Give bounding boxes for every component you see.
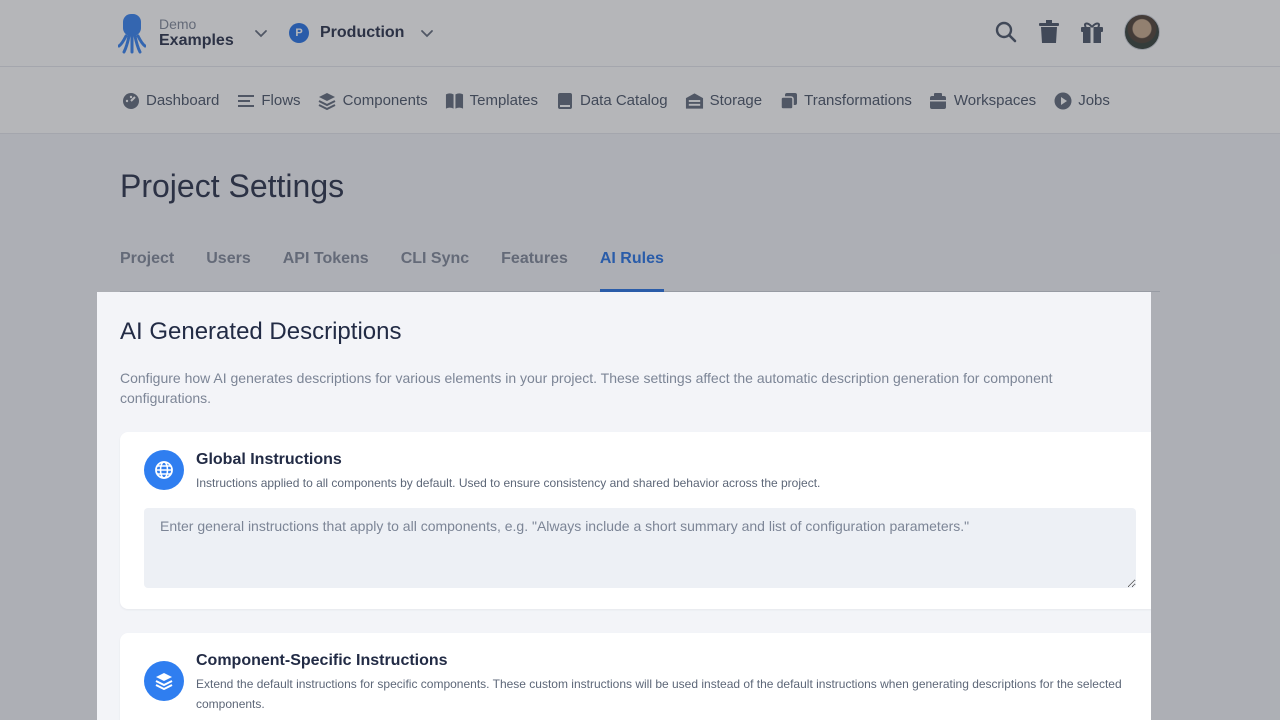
card-subtitle: Instructions applied to all components b…	[196, 473, 1136, 493]
main-nav: Dashboard Flows Components Templates Dat…	[0, 67, 1280, 134]
project-switcher[interactable]: Demo Examples	[159, 16, 268, 50]
dashboard-icon	[121, 91, 140, 110]
card-title: Global Instructions	[196, 451, 342, 469]
avatar[interactable]	[1124, 14, 1160, 50]
nav-item-jobs[interactable]: Jobs	[1053, 91, 1110, 110]
nav-item-components[interactable]: Components	[318, 91, 428, 110]
book-icon	[445, 91, 464, 110]
nav-item-data-catalog[interactable]: Data Catalog	[555, 91, 668, 110]
global-instructions-card: Global Instructions Instructions applied…	[120, 432, 1151, 609]
project-name: Examples	[159, 32, 234, 50]
tab-cli-sync[interactable]: CLI Sync	[401, 247, 469, 292]
catalog-icon	[555, 91, 574, 110]
section-description: Configure how AI generates descriptions …	[120, 368, 1140, 408]
nav-item-flows[interactable]: Flows	[236, 91, 300, 110]
component-instructions-card: Component-Specific Instructions Extend t…	[120, 633, 1151, 720]
environment-name: Production	[320, 24, 404, 42]
chevron-down-icon	[420, 26, 434, 40]
tab-ai-rules[interactable]: AI Rules	[600, 247, 664, 292]
ai-descriptions-panel: AI Generated Descriptions Configure how …	[97, 292, 1151, 720]
app-page: Demo Examples P Production	[0, 0, 1280, 720]
layers-icon	[144, 661, 184, 701]
nav-item-dashboard[interactable]: Dashboard	[121, 91, 219, 110]
tab-api-tokens[interactable]: API Tokens	[283, 247, 369, 292]
trash-icon[interactable]	[1036, 19, 1062, 45]
header-actions	[976, 14, 1160, 50]
search-icon[interactable]	[993, 19, 1019, 45]
chevron-down-icon	[254, 26, 268, 40]
globe-icon	[144, 450, 184, 490]
nav-item-workspaces[interactable]: Workspaces	[929, 91, 1036, 110]
nav-item-templates[interactable]: Templates	[445, 91, 538, 110]
flows-icon	[236, 91, 255, 110]
section-title: AI Generated Descriptions	[120, 318, 401, 346]
nav-item-storage[interactable]: Storage	[685, 91, 763, 110]
layers-icon	[318, 91, 337, 110]
storage-icon	[685, 91, 704, 110]
gift-icon[interactable]	[1079, 19, 1105, 45]
app-logo-icon[interactable]	[118, 14, 146, 54]
tab-features[interactable]: Features	[501, 247, 568, 292]
environment-badge: P	[289, 23, 309, 43]
top-bar: Demo Examples P Production	[0, 0, 1280, 67]
page-title: Project Settings	[120, 168, 344, 205]
card-subtitle: Extend the default instructions for spec…	[196, 674, 1136, 714]
organization-label: Demo	[159, 16, 234, 32]
environment-switcher[interactable]: P Production	[289, 23, 434, 43]
workspaces-icon	[929, 91, 948, 110]
settings-tabs: Project Users API Tokens CLI Sync Featur…	[120, 247, 1160, 292]
card-title: Component-Specific Instructions	[196, 652, 448, 670]
tab-project[interactable]: Project	[120, 247, 174, 292]
play-circle-icon	[1053, 91, 1072, 110]
nav-item-transformations[interactable]: Transformations	[779, 91, 912, 110]
global-instructions-input[interactable]	[144, 508, 1136, 588]
tab-users[interactable]: Users	[206, 247, 250, 292]
transformations-icon	[779, 91, 798, 110]
